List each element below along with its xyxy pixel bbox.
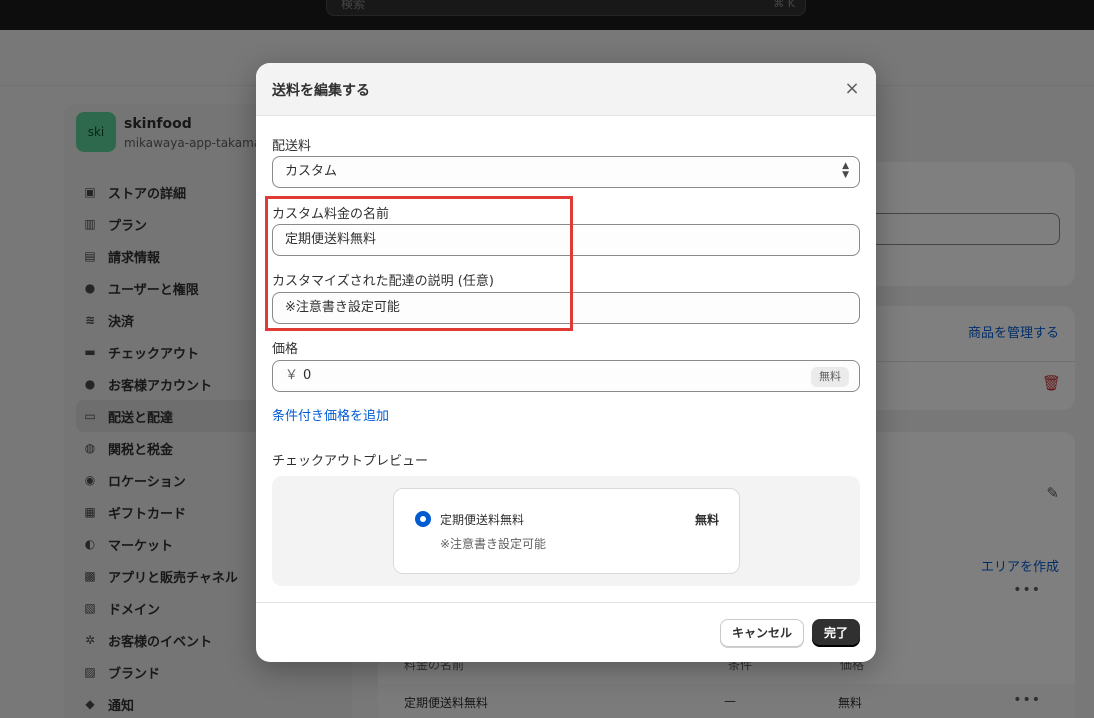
price-label: 価格 [272,342,299,357]
add-conditional-price-link[interactable]: 条件付き価格を追加 [272,405,389,424]
edit-shipping-rate-modal: 送料を編集する × 配送料 カスタム ▲ ▼ カスタム料金の名前 定期便送料無料 … [256,63,876,662]
footer-divider [256,602,876,603]
modal-title: 送料を編集する [272,83,370,99]
preview-rate-name: 定期便送料無料 [440,513,525,527]
chevron-up-down-icon: ▲ ▼ [842,161,849,180]
preview-rate-price: 無料 [694,513,719,527]
checkout-preview-label: チェックアウトプレビュー [272,454,429,469]
price-input[interactable]: ￥ 0 無料 [272,360,860,392]
close-icon[interactable]: × [840,77,864,101]
cancel-button[interactable]: キャンセル [720,619,804,647]
currency-symbol: ￥ [285,368,299,383]
shipping-rate-label: 配送料 [272,139,312,154]
price-value: 0 [303,368,312,383]
shipping-rate-value: カスタム [285,164,338,179]
done-button[interactable]: 完了 [812,619,860,647]
preview-rate-note: ※注意書き設定可能 [440,537,547,551]
shipping-rate-select[interactable]: カスタム ▲ ▼ [272,156,860,188]
free-badge: 無料 [811,367,849,387]
modal-header: 送料を編集する × [256,63,876,116]
highlight-box [265,196,573,331]
radio-selected-icon [415,511,431,527]
checkout-preview-card: 定期便送料無料 無料 ※注意書き設定可能 [393,488,740,574]
